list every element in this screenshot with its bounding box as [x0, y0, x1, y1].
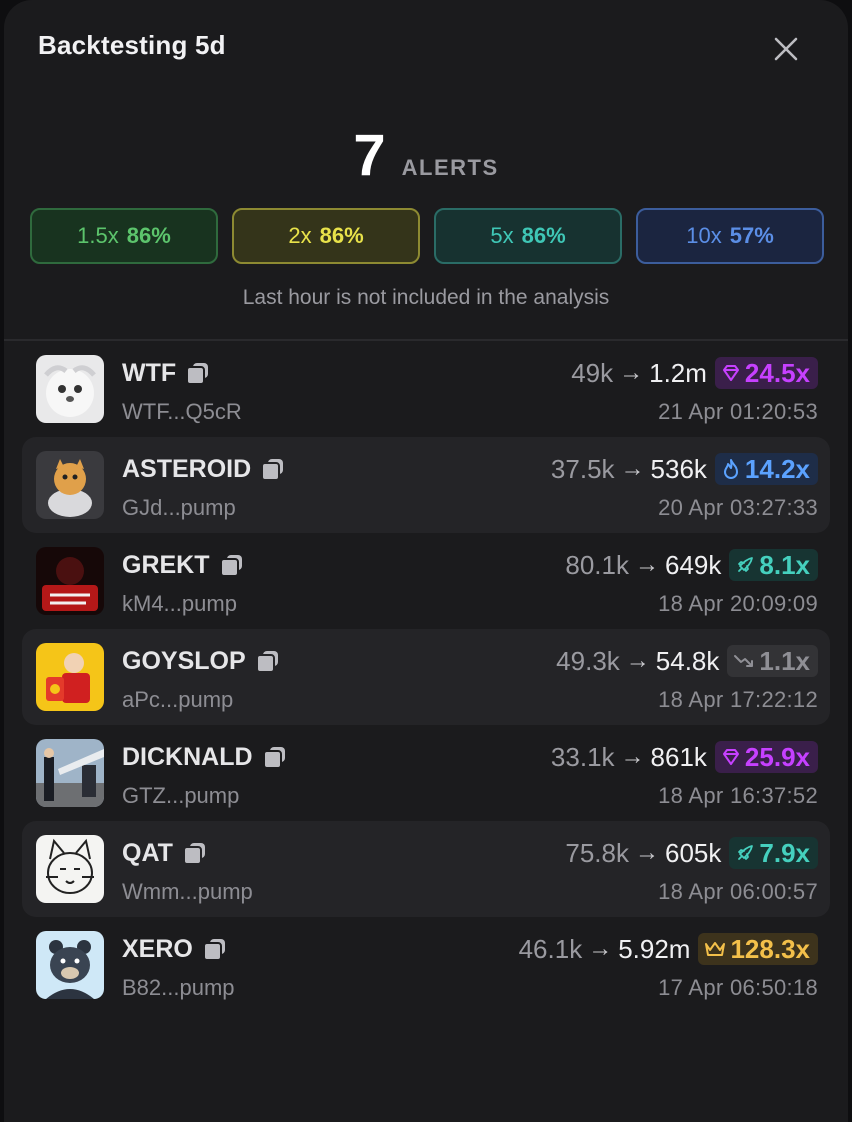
mcap-change: 46.1k → 5.92m 128.3x: [519, 933, 818, 965]
token-name: ASTEROID: [122, 455, 285, 484]
multiplier-badge: 7.9x: [729, 837, 818, 869]
multiplier-badge: 25.9x: [714, 741, 818, 773]
token-address: kM4...pump: [122, 591, 237, 616]
copy-icon[interactable]: [186, 362, 210, 385]
token-address: Wmm...pump: [122, 879, 253, 904]
diamond-icon: [722, 365, 739, 381]
fire-icon: [723, 459, 738, 479]
token-address: WTF...Q5cR: [122, 399, 242, 424]
token-row-dicknald[interactable]: DICKNALD GTZ...pump 33.1k → 861k 25.9x 18 …: [22, 725, 830, 821]
copy-icon[interactable]: [261, 458, 285, 481]
token-address: GJd...pump: [122, 495, 236, 520]
avatar-wtf: [36, 355, 104, 423]
copy-icon[interactable]: [262, 746, 287, 769]
alert-date: 18 Apr 20:09:09: [658, 591, 818, 616]
success-rate-pills: 1.5x 86% 2x 86% 5x 86% 10x 57%: [30, 208, 824, 264]
token-row-xero[interactable]: XERO B82...pump 46.1k → 5.92m 128.3x 17 Ap…: [22, 917, 830, 1013]
trend-down-icon: [734, 655, 754, 667]
token-name: GOYSLOP: [122, 647, 280, 676]
pill-10x: 10x 57%: [636, 208, 824, 264]
token-name: DICKNALD: [122, 743, 287, 772]
alerts-count: 7: [353, 123, 386, 188]
alert-date: 20 Apr 03:27:33: [658, 495, 818, 520]
backtesting-panel: Backtesting 5d 7 ALERTS 1.5x 86% 2x 86% 5x 8…: [4, 0, 848, 1122]
mcap-change: 33.1k → 861k 25.9x: [551, 741, 818, 773]
token-row-qat[interactable]: QAT Wmm...pump 75.8k → 605k 7.9x 18 Apr 06…: [22, 821, 830, 917]
pill-2x: 2x 86%: [232, 208, 420, 264]
crown-icon: [705, 942, 726, 956]
diamond-icon: [722, 749, 739, 765]
analysis-note: Last hour is not included in the analysi…: [242, 286, 610, 309]
mcap-change: 37.5k → 536k 14.2x: [551, 453, 818, 485]
alerts-summary: 7 ALERTS: [4, 122, 848, 189]
token-name: GREKT: [122, 551, 244, 580]
multiplier-badge: 1.1x: [727, 645, 818, 677]
mcap-change: 80.1k → 649k 8.1x: [565, 549, 818, 581]
mcap-change: 49.3k → 54.8k 1.1x: [556, 645, 818, 677]
alert-date: 18 Apr 16:37:52: [658, 783, 818, 808]
copy-icon[interactable]: [255, 650, 280, 673]
close-icon[interactable]: [770, 33, 802, 65]
token-row-goyslop[interactable]: GOYSLOP aPc...pump 49.3k → 54.8k 1.1x 18 A…: [22, 629, 830, 725]
avatar-dicknald: [36, 739, 104, 807]
copy-icon[interactable]: [202, 938, 227, 961]
rocket-icon: [738, 557, 754, 572]
token-row-grekt[interactable]: GREKT kM4...pump 80.1k → 649k 8.1x 18 Apr …: [22, 533, 830, 629]
copy-icon[interactable]: [219, 554, 244, 577]
token-name: XERO: [122, 935, 227, 964]
mcap-change: 75.8k → 605k 7.9x: [565, 837, 818, 869]
token-row-wtf[interactable]: WTF WTF...Q5cR 49k → 1.2m 24.5x 21 Apr 01:…: [22, 341, 830, 437]
alert-date: 21 Apr 01:20:53: [658, 399, 818, 424]
mcap-change: 49k → 1.2m 24.5x: [571, 357, 818, 389]
pill-5x: 5x 86%: [434, 208, 622, 264]
multiplier-badge: 8.1x: [729, 549, 818, 581]
panel-title: Backtesting 5d: [38, 30, 226, 60]
token-name: WTF: [122, 359, 210, 388]
pill-1-5x: 1.5x 86%: [30, 208, 218, 264]
avatar-asteroid: [36, 451, 104, 519]
multiplier-badge: 24.5x: [714, 357, 818, 389]
copy-icon[interactable]: [182, 842, 207, 865]
token-address: B82...pump: [122, 975, 235, 1000]
avatar-grekt: [36, 547, 104, 615]
alerts-label: ALERTS: [401, 155, 499, 180]
avatar-goyslop: [36, 643, 104, 711]
alert-date: 18 Apr 06:00:57: [658, 879, 818, 904]
token-address: GTZ...pump: [122, 783, 240, 808]
avatar-xero: [36, 931, 104, 999]
multiplier-badge: 128.3x: [698, 933, 818, 965]
multiplier-badge: 14.2x: [714, 453, 818, 485]
token-address: aPc...pump: [122, 687, 234, 712]
token-row-asteroid[interactable]: ASTEROID GJd...pump 37.5k → 536k 14.2x 20 …: [22, 437, 830, 533]
token-name: QAT: [122, 839, 207, 868]
alert-date: 17 Apr 06:50:18: [658, 975, 818, 1000]
rocket-icon: [738, 845, 754, 860]
alert-date: 18 Apr 17:22:12: [658, 687, 818, 712]
avatar-qat: [36, 835, 104, 903]
